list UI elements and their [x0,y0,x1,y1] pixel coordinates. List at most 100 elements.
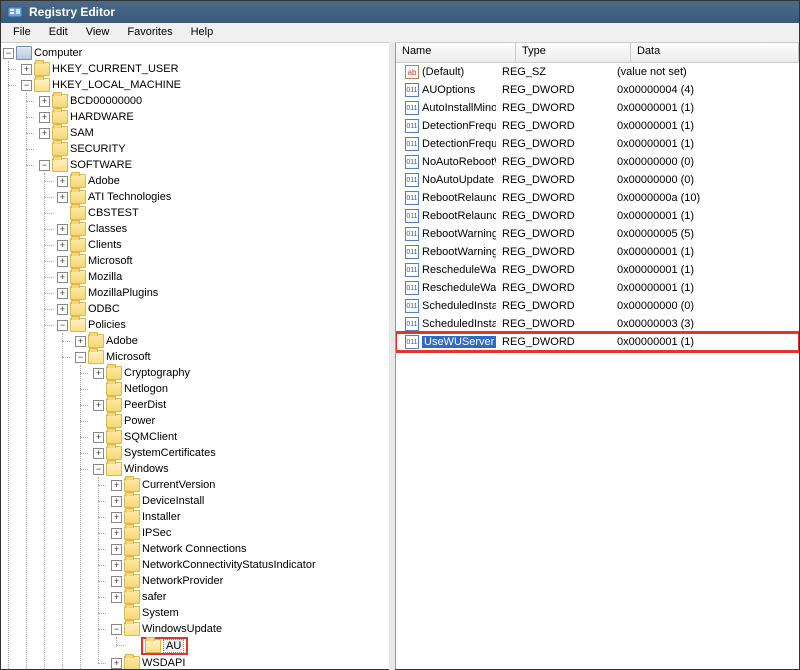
value-row[interactable]: 011DetectionFreque...REG_DWORD0x00000001… [396,117,799,135]
expand-icon[interactable]: + [39,112,50,123]
expand-icon[interactable]: + [93,368,104,379]
value-row[interactable]: ab(Default)REG_SZ(value not set) [396,63,799,81]
value-row[interactable]: 011RebootRelaunch...REG_DWORD0x00000001 … [396,207,799,225]
expand-icon[interactable]: + [57,288,68,299]
folder-icon [70,286,86,300]
collapse-icon[interactable]: − [75,352,86,363]
tree-item[interactable]: +SystemCertificates [91,445,395,461]
expand-icon[interactable]: + [57,176,68,187]
tree-item[interactable]: System [109,605,395,621]
value-row[interactable]: 011NoAutoRebootWi...REG_DWORD0x00000000 … [396,153,799,171]
expand-icon[interactable]: + [75,336,86,347]
tree-pane[interactable]: − Computer + HKEY_CURRENT_USER − [1,43,396,669]
menu-favorites[interactable]: Favorites [119,25,180,40]
tree-item[interactable]: Netlogon [91,381,395,397]
tree-item[interactable]: +PeerDist [91,397,395,413]
value-row[interactable]: 011RescheduleWaitT...REG_DWORD0x00000001… [396,261,799,279]
value-row[interactable]: 011NoAutoUpdateREG_DWORD0x00000000 (0) [396,171,799,189]
value-row[interactable]: 011RebootRelaunch...REG_DWORD0x0000000a … [396,189,799,207]
tree-item[interactable]: +HARDWARE [37,109,395,125]
menu-edit[interactable]: Edit [41,25,76,40]
tree-windows[interactable]: −Windows [91,461,395,477]
collapse-icon[interactable]: − [21,80,32,91]
expand-icon[interactable]: + [21,64,32,75]
tree-policies[interactable]: −Policies [55,317,395,333]
expand-icon[interactable]: + [93,400,104,411]
tree-windowsupdate[interactable]: −WindowsUpdate [109,621,395,637]
tree-item[interactable]: +Adobe [55,173,395,189]
menu-help[interactable]: Help [183,25,222,40]
menu-view[interactable]: View [78,25,118,40]
expand-icon[interactable]: + [111,560,122,571]
expand-icon[interactable]: + [57,256,68,267]
value-row[interactable]: 011AutoInstallMinor...REG_DWORD0x0000000… [396,99,799,117]
expand-icon[interactable]: + [57,240,68,251]
tree-item[interactable]: +NetworkConnectivityStatusIndicator [109,557,395,573]
tree-software[interactable]: −SOFTWARE [37,157,395,173]
value-row[interactable]: 011RebootWarningTi...REG_DWORD0x00000005… [396,225,799,243]
value-row[interactable]: 011ScheduledInstallT...REG_DWORD0x000000… [396,315,799,333]
expand-icon[interactable]: + [39,128,50,139]
expand-icon[interactable]: + [93,448,104,459]
values-pane[interactable]: Name Type Data ab(Default)REG_SZ(value n… [396,43,799,669]
tree-item[interactable]: +ODBC [55,301,395,317]
tree-item[interactable]: +SQMClient [91,429,395,445]
expand-icon[interactable]: + [111,480,122,491]
tree-item[interactable]: +Mozilla [55,269,395,285]
expand-icon[interactable]: + [57,192,68,203]
tree-item[interactable]: CBSTEST [55,205,395,221]
value-row[interactable]: 011DetectionFreque...REG_DWORD0x00000001… [396,135,799,153]
tree-hklm[interactable]: − HKEY_LOCAL_MACHINE [19,77,395,93]
tree-item[interactable]: +IPSec [109,525,395,541]
col-header-data[interactable]: Data [631,43,799,62]
tree-item[interactable]: SECURITY [37,141,395,157]
expand-icon[interactable]: + [111,592,122,603]
expand-icon[interactable]: + [111,544,122,555]
tree-item[interactable]: +BCD00000000 [37,93,395,109]
col-header-name[interactable]: Name [396,43,516,62]
collapse-icon[interactable]: − [111,624,122,635]
value-row[interactable]: 011RebootWarningTi...REG_DWORD0x00000001… [396,243,799,261]
tree-item[interactable]: +DeviceInstall [109,493,395,509]
collapse-icon[interactable]: − [93,464,104,475]
tree-item[interactable]: +MozillaPlugins [55,285,395,301]
tree-hkcu[interactable]: + HKEY_CURRENT_USER [19,61,395,77]
collapse-icon[interactable]: − [39,160,50,171]
expand-icon[interactable]: + [111,512,122,523]
expand-icon[interactable]: + [57,272,68,283]
tree-item[interactable]: +Microsoft [55,253,395,269]
expand-icon[interactable]: + [111,576,122,587]
tree-item[interactable]: +ATI Technologies [55,189,395,205]
expand-icon[interactable]: + [93,432,104,443]
tree-au[interactable]: AU [127,637,395,655]
tree-item[interactable]: +Adobe [73,333,395,349]
tree-policies-microsoft[interactable]: −Microsoft [73,349,395,365]
col-header-type[interactable]: Type [516,43,631,62]
expand-icon[interactable]: + [57,224,68,235]
tree-item[interactable]: +NetworkProvider [109,573,395,589]
menu-file[interactable]: File [5,25,39,40]
value-row[interactable]: 011UseWUServerREG_DWORD0x00000001 (1) [396,333,799,351]
splitter[interactable] [389,42,395,670]
tree-item[interactable]: Power [91,413,395,429]
tree-root[interactable]: − Computer [1,45,395,61]
tree-item[interactable]: +Cryptography [91,365,395,381]
expand-icon[interactable]: + [111,496,122,507]
value-row[interactable]: 011ScheduledInstall...REG_DWORD0x0000000… [396,297,799,315]
expand-icon[interactable]: + [39,96,50,107]
collapse-icon[interactable]: − [57,320,68,331]
tree-item[interactable]: +Clients [55,237,395,253]
tree-item[interactable]: +safer [109,589,395,605]
value-row[interactable]: 011AUOptionsREG_DWORD0x00000004 (4) [396,81,799,99]
value-row[interactable]: 011RescheduleWaitT...REG_DWORD0x00000001… [396,279,799,297]
tree-item[interactable]: +Installer [109,509,395,525]
expand-icon[interactable]: + [111,658,122,669]
expand-icon[interactable]: + [111,528,122,539]
expand-icon[interactable]: + [57,304,68,315]
tree-item[interactable]: +SAM [37,125,395,141]
tree-item[interactable]: +Classes [55,221,395,237]
tree-item[interactable]: +Network Connections [109,541,395,557]
collapse-icon[interactable]: − [3,48,14,59]
tree-item[interactable]: +CurrentVersion [109,477,395,493]
tree-item[interactable]: +WSDAPI [109,655,395,669]
